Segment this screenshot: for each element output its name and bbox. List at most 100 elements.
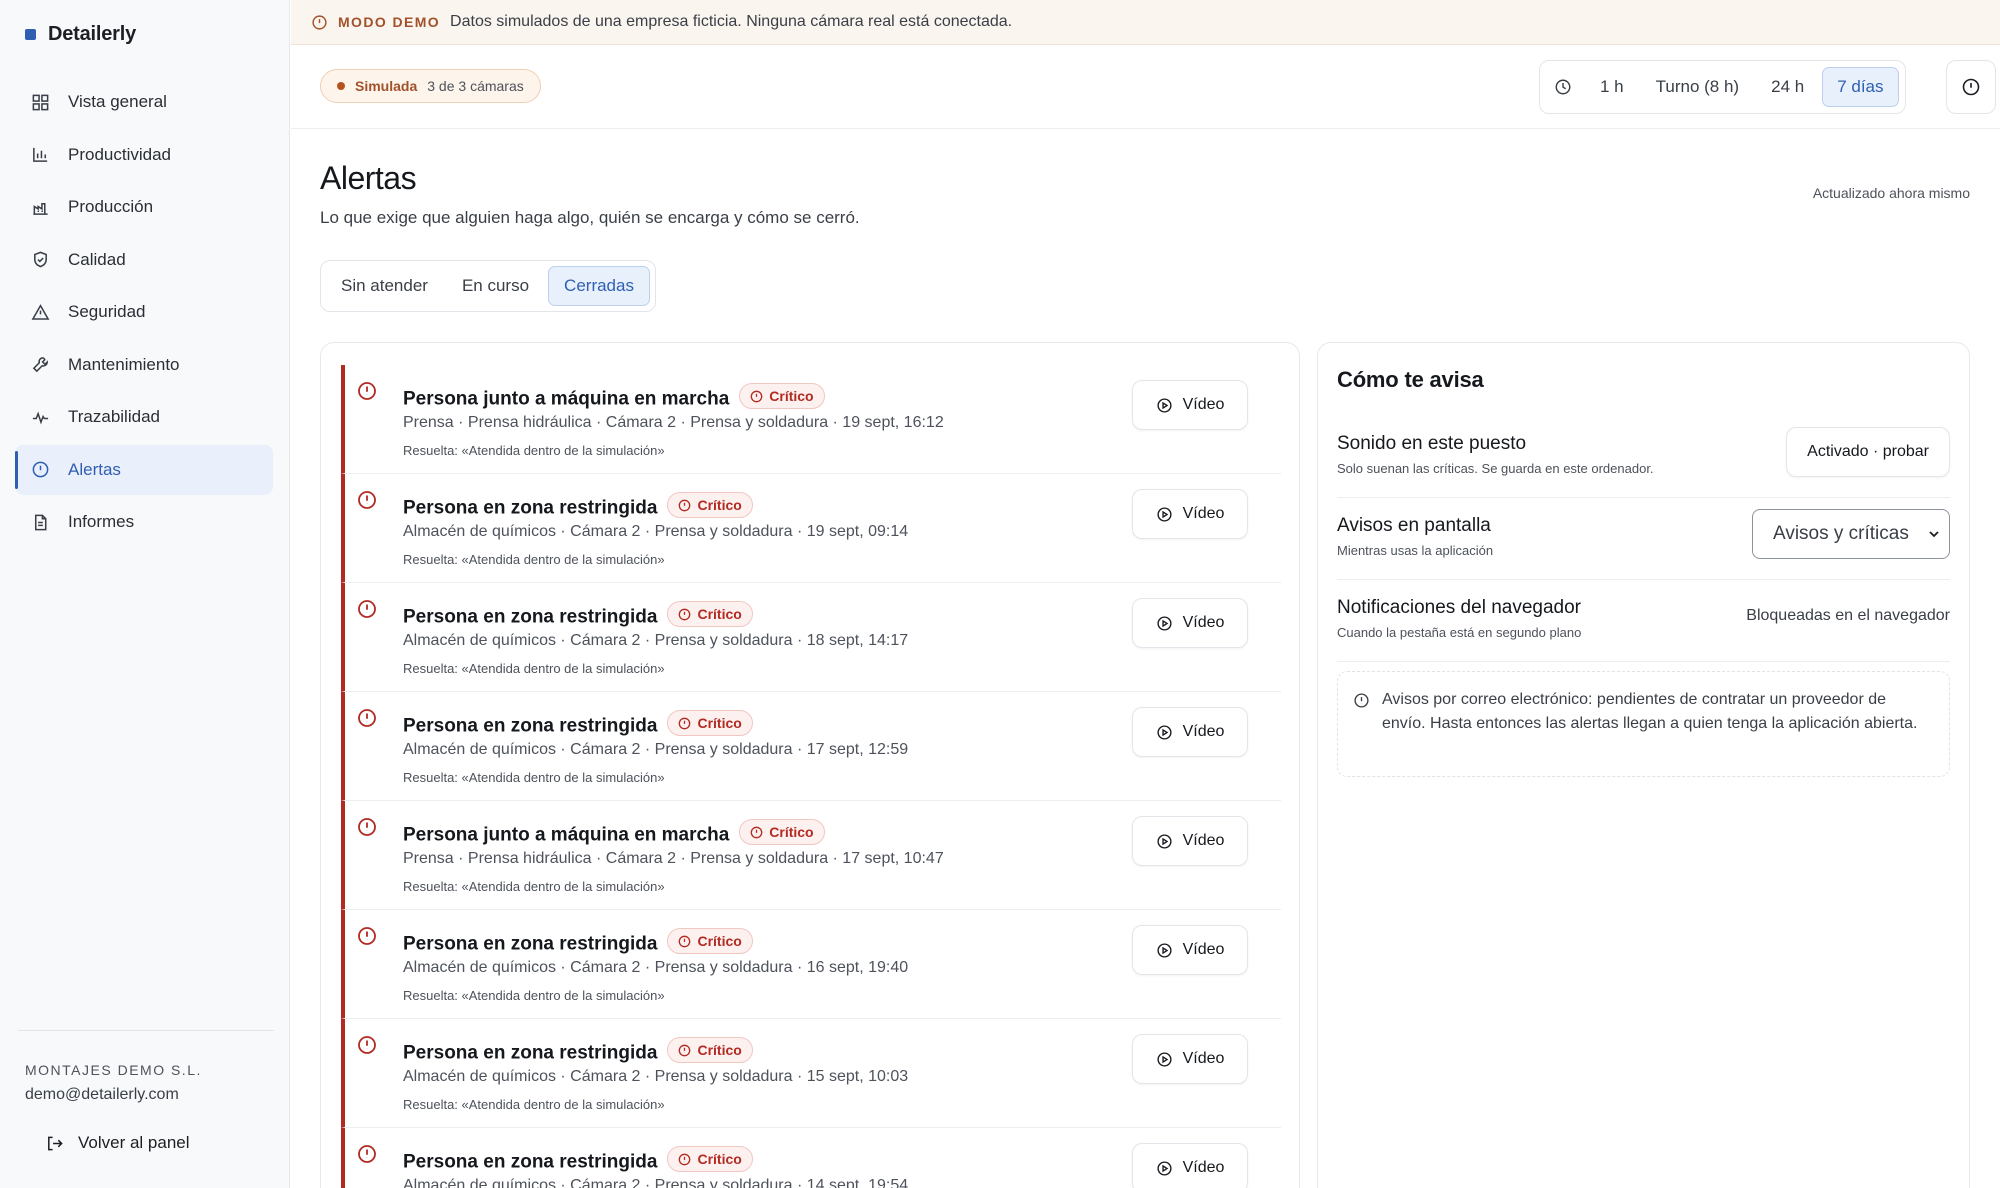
play-circle-icon bbox=[1157, 1051, 1172, 1067]
demo-mode-tag: MODO DEMO bbox=[338, 14, 441, 30]
badge-label: Crítico bbox=[697, 497, 742, 513]
alert-circle-icon bbox=[679, 1044, 691, 1056]
tab-sin-atender[interactable]: Sin atender bbox=[326, 266, 443, 306]
video-button[interactable]: Vídeo bbox=[1132, 816, 1248, 866]
alert-resolution: Resuelta: «Atendida dentro de la simulac… bbox=[403, 1097, 665, 1112]
list-item[interactable]: Persona en zona restringida Crítico Almac… bbox=[341, 910, 1281, 1019]
video-button-label: Vídeo bbox=[1182, 832, 1225, 849]
video-button[interactable]: Vídeo bbox=[1132, 598, 1248, 648]
alert-title-line: Persona en zona restringida Crítico bbox=[403, 492, 753, 520]
list-item[interactable]: Persona junto a máquina en marcha Crítico… bbox=[341, 365, 1281, 474]
play-circle-icon bbox=[1157, 833, 1172, 849]
sidebar-item-seguridad[interactable]: Seguridad bbox=[15, 287, 273, 337]
chevron-down-icon bbox=[1929, 531, 1939, 538]
page-subtitle: Lo que exige que alguien haga algo, quié… bbox=[320, 208, 860, 227]
alert-circle-icon bbox=[358, 491, 376, 509]
alert-meta: Almacén de químicos · Cámara 2 · Prensa … bbox=[403, 959, 909, 976]
browser-notifications-setting: Notificaciones del navegador Cuando la p… bbox=[1337, 591, 1950, 662]
list-item[interactable]: Persona en zona restringida Crítico Almac… bbox=[341, 692, 1281, 801]
warning-triangle-icon bbox=[31, 303, 50, 320]
video-button[interactable]: Vídeo bbox=[1132, 707, 1248, 757]
page-title: Alertas bbox=[320, 160, 417, 196]
range-1h-button[interactable]: 1 h bbox=[1586, 67, 1638, 107]
alert-meta: Prensa · Prensa hidráulica · Cámara 2 · … bbox=[403, 850, 944, 867]
alert-circle-icon bbox=[358, 709, 376, 727]
alert-circle-icon bbox=[679, 717, 691, 729]
sound-setting: Sonido en este puesto Solo suenan las cr… bbox=[1337, 427, 1950, 498]
brand-logo-icon bbox=[25, 28, 36, 40]
sidebar-item-label: Seguridad bbox=[68, 302, 146, 321]
alert-resolution: Resuelta: «Atendida dentro de la simulac… bbox=[403, 879, 665, 894]
status-dot-icon bbox=[337, 82, 345, 90]
alert-circle-icon bbox=[679, 1153, 691, 1165]
test-sound-button[interactable]: Activado · probar bbox=[1786, 427, 1950, 477]
info-button[interactable] bbox=[1946, 60, 1996, 114]
sidebar-item-label: Producción bbox=[68, 197, 154, 216]
video-button-label: Vídeo bbox=[1182, 614, 1225, 631]
alert-meta: Almacén de químicos · Cámara 2 · Prensa … bbox=[403, 1068, 909, 1085]
alert-title-line: Persona en zona restringida Crítico bbox=[403, 928, 753, 956]
dashboard-icon bbox=[32, 94, 49, 110]
sidebar-item-alertas[interactable]: Alertas bbox=[15, 444, 273, 495]
last-updated-text: Actualizado ahora mismo bbox=[1812, 185, 1970, 201]
sidebar-item-vista-general[interactable]: Vista general bbox=[15, 77, 273, 127]
alert-circle-icon bbox=[358, 1036, 376, 1054]
sidebar-item-mantenimiento[interactable]: Mantenimiento bbox=[15, 340, 273, 390]
video-button[interactable]: Vídeo bbox=[1132, 380, 1248, 430]
top-bar: Simulada 3 de 3 cámaras 1 h Turno (8 h) … bbox=[291, 45, 2000, 129]
back-to-panel-link[interactable]: Volver al panel bbox=[45, 1130, 190, 1156]
alert-title-line: Persona junto a máquina en marcha Crítico bbox=[403, 819, 825, 847]
email-alerts-note: Avisos por correo electrónico: pendiente… bbox=[1337, 671, 1950, 777]
video-button-label: Vídeo bbox=[1182, 1159, 1225, 1176]
play-circle-icon bbox=[1157, 397, 1172, 413]
list-item[interactable]: Persona junto a máquina en marcha Crítico… bbox=[341, 801, 1281, 910]
screen-alerts-select[interactable]: Avisos y críticas bbox=[1752, 509, 1950, 559]
sidebar-item-trazabilidad[interactable]: Trazabilidad bbox=[15, 392, 273, 442]
badge-label: Crítico bbox=[697, 715, 742, 731]
alert-title-line: Persona junto a máquina en marcha Crítico bbox=[403, 383, 825, 411]
user-email: demo@detailerly.com bbox=[25, 1086, 179, 1103]
company-name: MONTAJES DEMO S.L. bbox=[25, 1062, 202, 1078]
range-24h-button[interactable]: 24 h bbox=[1757, 67, 1818, 107]
range-shift-button[interactable]: Turno (8 h) bbox=[1642, 67, 1753, 107]
list-item[interactable]: Persona en zona restringida Crítico Almac… bbox=[341, 1019, 1281, 1128]
badge-label: Crítico bbox=[769, 824, 814, 840]
sidebar-item-calidad[interactable]: Calidad bbox=[15, 235, 273, 285]
sidebar-item-label: Mantenimiento bbox=[68, 354, 180, 374]
video-button[interactable]: Vídeo bbox=[1132, 1143, 1248, 1188]
list-item[interactable]: Persona en zona restringida Crítico Almac… bbox=[341, 474, 1281, 583]
severity-badge: Crítico bbox=[739, 383, 825, 409]
sidebar-item-label: Productividad bbox=[68, 144, 172, 164]
wrench-icon bbox=[32, 357, 48, 373]
list-item[interactable]: Persona en zona restringida Crítico Almac… bbox=[341, 583, 1281, 692]
tab-cerradas[interactable]: Cerradas bbox=[548, 266, 650, 306]
alert-title: Persona junto a máquina en marcha bbox=[403, 388, 730, 410]
range-7d-button[interactable]: 7 días bbox=[1822, 67, 1899, 107]
badge-label: Crítico bbox=[697, 1151, 742, 1167]
badge-label: Crítico bbox=[697, 606, 742, 622]
sidebar-item-produccion[interactable]: Producción bbox=[15, 182, 273, 232]
sidebar-item-productividad[interactable]: Productividad bbox=[15, 130, 273, 180]
brand-name: Detailerly bbox=[48, 22, 137, 45]
browser-notifications-help: Cuando la pestaña está en segundo plano bbox=[1337, 625, 1582, 640]
alerts-list: Persona junto a máquina en marcha Crítico… bbox=[320, 342, 1300, 1188]
badge-label: Crítico bbox=[769, 388, 814, 404]
video-button[interactable]: Vídeo bbox=[1132, 1034, 1248, 1084]
tab-en-curso[interactable]: En curso bbox=[447, 266, 544, 306]
list-item[interactable]: Persona en zona restringida Crítico Almac… bbox=[341, 1128, 1281, 1188]
severity-badge: Crítico bbox=[667, 1146, 753, 1172]
demo-banner-text: Datos simulados de una empresa ficticia.… bbox=[450, 13, 1013, 30]
video-button[interactable]: Vídeo bbox=[1132, 489, 1248, 539]
alert-meta: Almacén de químicos · Cámara 2 · Prensa … bbox=[403, 523, 909, 540]
video-button[interactable]: Vídeo bbox=[1132, 925, 1248, 975]
sidebar-item-informes[interactable]: Informes bbox=[15, 497, 273, 547]
alert-meta: Almacén de químicos · Cámara 2 · Prensa … bbox=[403, 632, 909, 649]
alert-circle-icon bbox=[750, 826, 763, 838]
brand[interactable]: Detailerly bbox=[25, 20, 136, 48]
simulation-status-badge: Simulada 3 de 3 cámaras bbox=[320, 69, 541, 103]
screen-alerts-selected: Avisos y críticas bbox=[1773, 523, 1909, 544]
severity-badge: Crítico bbox=[667, 492, 753, 518]
alert-circle-icon bbox=[358, 382, 376, 400]
alert-title: Persona en zona restringida bbox=[403, 715, 658, 737]
play-circle-icon bbox=[1157, 942, 1172, 958]
